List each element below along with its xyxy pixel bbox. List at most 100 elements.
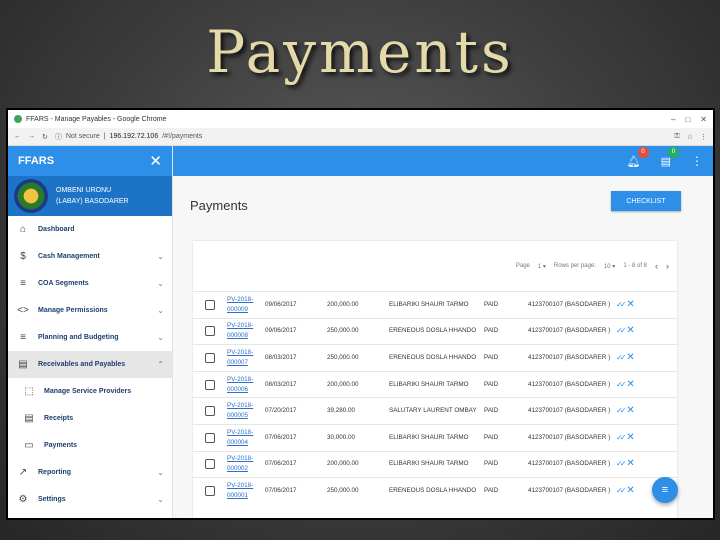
payee-name: ELIBARIKI SHAURI TARMO [389, 433, 469, 441]
page-label: Page [515, 263, 530, 269]
info-icon: ⓘ [54, 133, 62, 141]
payee-name: ELIBARIKI SHAURI TARMO [389, 300, 469, 308]
close-icon[interactable]: ✕ [626, 485, 634, 496]
pv-number-link[interactable]: PV-2018-000009 [227, 295, 265, 315]
range-label: 1 - 8 of 8 [623, 263, 647, 269]
row-checkbox[interactable] [205, 432, 215, 443]
close-window-icon[interactable]: ✕ [700, 115, 707, 124]
payment-status: PAID [484, 380, 499, 388]
close-icon[interactable]: ✕ [626, 326, 634, 336]
pv-number-link[interactable]: PV-2018-000002 [227, 454, 265, 474]
row-actions: ✓✓ ✕ [616, 326, 635, 336]
table-row: PV-2018-000005 07/20/2017 39,280.00 SALUTAR… [193, 397, 677, 424]
pv-number-link[interactable]: PV-2018-000001 [227, 481, 265, 501]
messages-button[interactable]: ▤ 0 [660, 146, 679, 168]
sidebar-item-dashboard[interactable]: ⌂ Dashboard [8, 216, 172, 243]
window-controls: – □ ✕ [671, 115, 707, 124]
forward-icon[interactable]: → [28, 133, 35, 140]
double-check-icon[interactable]: ✓✓ [616, 300, 627, 310]
row-checkbox[interactable] [205, 299, 215, 310]
payment-date: 09/06/2017 [265, 300, 297, 308]
checklist-button[interactable]: CHECKLIST [611, 191, 681, 211]
sidebar-item-payments[interactable]: ▭ Payments [8, 432, 172, 459]
messages-badge: 0 [668, 146, 679, 158]
sidebar-item-coa-segments[interactable]: ≡ COA Segments ⌄ [8, 270, 172, 297]
double-check-icon[interactable]: ✓✓ [616, 326, 627, 336]
list-icon: ≡ [20, 278, 26, 289]
pv-number-link[interactable]: PV-2018-000008 [227, 321, 265, 341]
pv-number-link[interactable]: PV-2018-000005 [227, 401, 265, 421]
table-row: PV-2018-000001 07/06/2017 250,000.00 ERENEO… [193, 477, 677, 504]
bank-account: 4123700107 (BASODARER ) [528, 300, 611, 308]
pv-number-link[interactable]: PV-2018-000004 [227, 428, 265, 448]
double-check-icon[interactable]: ✓✓ [616, 459, 627, 469]
payment-status: PAID [484, 327, 499, 335]
bank-account: 4123700107 (BASODARER ) [528, 380, 611, 388]
minimize-icon[interactable]: – [671, 115, 675, 124]
payment-amount: 250,000.00 [327, 353, 359, 361]
fab-menu-button[interactable]: ≡ [652, 477, 678, 503]
browser-menu-icon[interactable]: ⋮ [700, 133, 707, 141]
star-icon[interactable]: ☆ [687, 133, 693, 141]
url-field[interactable]: ⓘ Not secure | 196.192.72.106/#!/payment… [55, 132, 668, 142]
row-checkbox[interactable] [205, 485, 215, 496]
row-checkbox[interactable] [205, 326, 215, 337]
key-icon[interactable]: ⚿ [674, 133, 679, 141]
sidebar-item-receipts[interactable]: ▤ Receipts [8, 405, 172, 432]
double-check-icon[interactable]: ✓✓ [616, 433, 627, 443]
sidebar-item-planning-budgeting[interactable]: ≡ Planning and Budgeting ⌄ [8, 324, 172, 351]
table-body: PV-2018-000009 09/06/2017 200,000.00 ELIBAR… [193, 291, 677, 504]
row-checkbox[interactable] [205, 352, 215, 363]
sidebar-item-settings[interactable]: ⚙ Settings ⌄ [8, 486, 172, 513]
security-label: Not secure [65, 133, 100, 140]
pv-number-link[interactable]: PV-2018-000006 [227, 375, 265, 395]
next-page-icon[interactable]: › [666, 261, 669, 271]
close-sidebar-icon[interactable]: ✕ [149, 152, 162, 170]
row-actions: ✓✓ ✕ [616, 406, 635, 416]
rows-per-page-select[interactable]: 10 ▾ [604, 263, 615, 270]
close-icon[interactable]: ✕ [626, 352, 634, 363]
main-content: Payments CHECKLIST Page 1 ▾ Rows per pag… [173, 176, 713, 518]
browser-titlebar: FFARS - Manage Payables - Google Chrome … [8, 110, 713, 128]
chat-icon: ▤ [660, 155, 671, 168]
row-checkbox[interactable] [205, 379, 215, 390]
page-select[interactable]: 1 ▾ [538, 263, 546, 270]
slide-title: Payments [206, 18, 514, 86]
payee-name: ERENEOUS DOSLA HHANDO [389, 327, 477, 335]
home-icon: ⌂ [19, 224, 27, 235]
sidebar-item-cash-management[interactable]: $ Cash Management ⌄ [8, 243, 172, 270]
maximize-icon[interactable]: □ [685, 115, 690, 124]
sidebar-item-reporting[interactable]: ↗ Reporting ⌄ [8, 459, 172, 486]
close-icon[interactable]: ✕ [626, 379, 634, 390]
sidebar-item-manage-permissions[interactable]: <> Manage Permissions ⌄ [8, 297, 172, 324]
payee-name: SALUTARY LAURENT OMBAY [389, 407, 477, 415]
close-icon[interactable]: ✕ [626, 406, 634, 416]
url-path: /#!/payments [162, 133, 203, 140]
close-icon[interactable]: ✕ [626, 432, 634, 443]
close-icon[interactable]: ✕ [626, 459, 634, 469]
prev-page-icon[interactable]: ‹ [655, 261, 658, 271]
double-check-icon[interactable]: ✓✓ [616, 486, 627, 496]
sidebar: FFARS ✕ OMBENI URONU (LABAY) BASODARER ⌂… [8, 146, 173, 518]
reload-icon[interactable]: ↻ [42, 133, 48, 141]
sidebar-item-receivables-payables[interactable]: ▤ Receivables and Payables ⌃ [8, 351, 172, 378]
double-check-icon[interactable]: ✓✓ [616, 406, 627, 416]
back-icon[interactable]: ← [14, 133, 21, 140]
row-checkbox[interactable] [205, 459, 215, 470]
screenshot-frame: FFARS - Manage Payables - Google Chrome … [6, 108, 715, 520]
pv-number-link[interactable]: PV-2018-000007 [227, 348, 265, 368]
more-menu-icon[interactable]: ⋮ [691, 154, 703, 168]
payment-status: PAID [484, 460, 499, 468]
sidebar-item-service-providers[interactable]: ⬚ Manage Service Providers [8, 378, 172, 405]
double-check-icon[interactable]: ✓✓ [616, 380, 627, 390]
menu-icon: ≡ [661, 484, 669, 496]
row-checkbox[interactable] [205, 406, 215, 417]
notifications-button[interactable]: 🔔︎ 0 [627, 146, 649, 168]
payment-date: 08/03/2017 [265, 380, 297, 388]
brand-name: FFARS [18, 155, 55, 167]
close-icon[interactable]: ✕ [626, 299, 634, 310]
row-actions: ✓✓ ✕ [616, 432, 635, 443]
table-row: PV-2018-000002 07/06/2017 200,000.00 ELIBAR… [193, 450, 677, 478]
double-check-icon[interactable]: ✓✓ [616, 353, 627, 363]
payment-date: 08/03/2017 [265, 353, 297, 361]
